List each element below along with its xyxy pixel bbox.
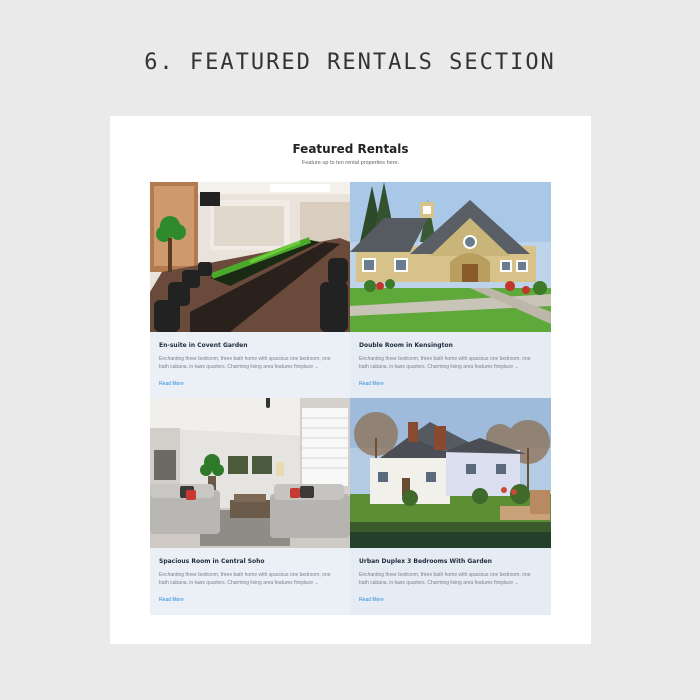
rental-card[interactable]: Urban Duplex 3 Bedrooms With Garden Ench… — [350, 398, 551, 615]
card-description: Enchanting three bedroom, three bath hom… — [359, 356, 531, 370]
section-subtitle: Feature up to ten rental properties here… — [301, 160, 400, 166]
rental-card[interactable]: En-suite in Covent Garden Enchanting thr… — [150, 182, 350, 398]
read-more-link[interactable]: Read More — [159, 381, 184, 387]
rental-card[interactable]: Double Room in Kensington Enchanting thr… — [350, 182, 551, 398]
read-more-link[interactable]: Read More — [359, 597, 384, 603]
cottage-image[interactable] — [350, 398, 551, 548]
card-description: Enchanting three bedroom, three bath hom… — [359, 572, 531, 586]
featured-rentals-section: Featured Rentals Feature up to ten renta… — [110, 116, 591, 644]
read-more-link[interactable]: Read More — [159, 597, 184, 603]
card-title: En-suite in Covent Garden — [159, 342, 248, 349]
suburban-house-image[interactable] — [350, 182, 551, 332]
living-room-image[interactable] — [150, 398, 350, 548]
card-title: Double Room in Kensington — [359, 342, 453, 349]
card-description: Enchanting three bedroom, three bath hom… — [159, 572, 331, 586]
card-title: Spacious Room in Central Soho — [159, 558, 265, 565]
read-more-link[interactable]: Read More — [359, 381, 384, 387]
card-title: Urban Duplex 3 Bedrooms With Garden — [359, 558, 492, 565]
section-title: Featured Rentals — [292, 142, 409, 156]
conference-room-image[interactable] — [150, 182, 350, 332]
rental-card[interactable]: Spacious Room in Central Soho Enchanting… — [150, 398, 350, 615]
rentals-grid: En-suite in Covent Garden Enchanting thr… — [150, 182, 551, 615]
card-description: Enchanting three bedroom, three bath hom… — [159, 356, 331, 370]
page-heading: 6. FEATURED RENTALS SECTION — [144, 50, 556, 75]
